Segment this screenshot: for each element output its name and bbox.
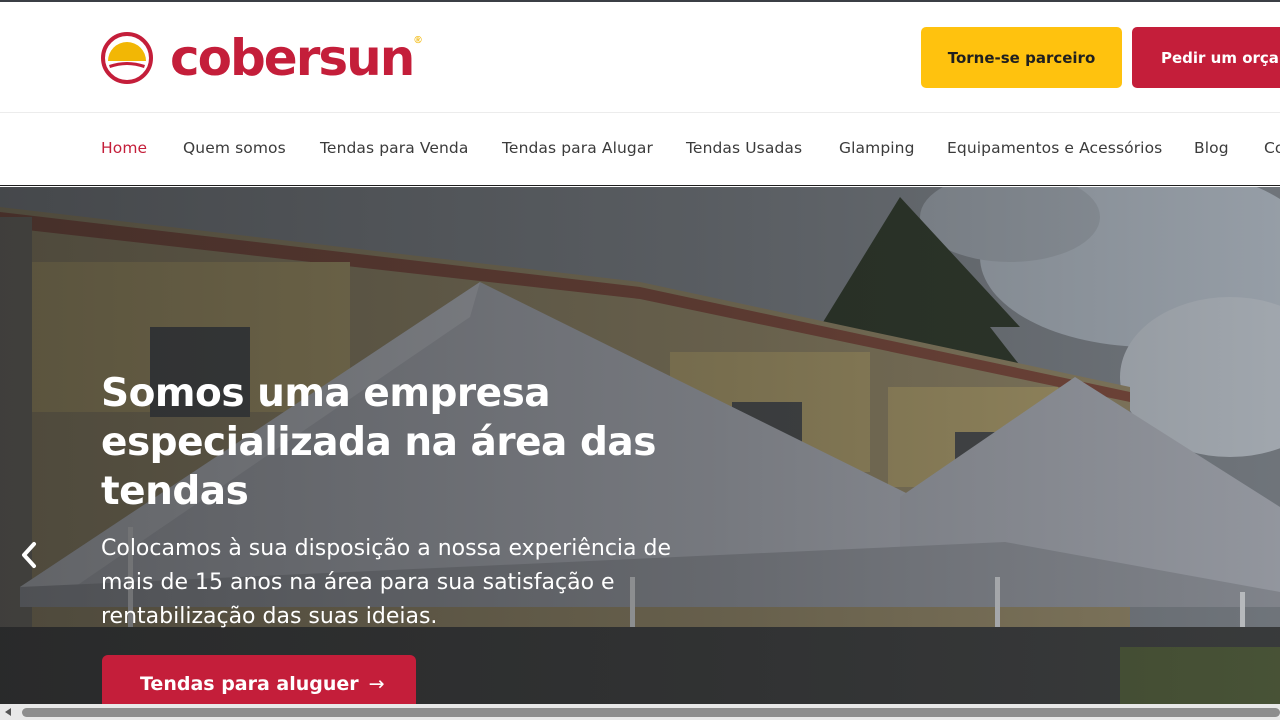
nav-item-contactos[interactable]: Contactos — [1264, 139, 1280, 157]
nav-item-tendas-venda[interactable]: Tendas para Venda — [320, 139, 468, 157]
nav-item-quem-somos[interactable]: Quem somos — [183, 139, 286, 157]
registered-mark: ® — [414, 34, 422, 46]
nav-item-blog[interactable]: Blog — [1194, 139, 1229, 157]
become-partner-button[interactable]: Torne-se parceiro — [921, 27, 1122, 88]
horizontal-scrollbar[interactable] — [0, 704, 1280, 720]
nav-item-home[interactable]: Home — [101, 139, 147, 157]
request-quote-button[interactable]: Pedir um orçamento — [1132, 27, 1280, 88]
hero-description: Colocamos à sua disposição a nossa exper… — [101, 536, 672, 629]
slider-prev-button[interactable] — [14, 537, 44, 573]
hero-slider: Somos uma empresa especializada na área … — [0, 187, 1280, 704]
brand-logo[interactable]: cobersun ® — [100, 28, 422, 88]
sun-logo-icon — [101, 32, 153, 84]
nav-item-equipamentos[interactable]: Equipamentos e Acessórios — [947, 139, 1162, 157]
nav-item-tendas-alugar[interactable]: Tendas para Alugar — [502, 139, 653, 157]
rent-tents-button[interactable]: Tendas para aluguer → — [102, 655, 416, 704]
scroll-left-arrow-icon[interactable] — [3, 707, 13, 717]
brand-name: cobersun — [170, 29, 415, 87]
scrollbar-thumb[interactable] — [22, 708, 1280, 717]
arrow-right-icon: → — [368, 673, 385, 695]
main-navigation: Home Quem somos Tendas para Venda Tendas… — [0, 113, 1280, 186]
chevron-left-icon — [22, 542, 36, 568]
hero-title: Somos uma empresa especializada na área … — [101, 371, 656, 514]
rent-tents-button-label: Tendas para aluguer — [140, 673, 359, 695]
nav-item-tendas-usadas[interactable]: Tendas Usadas — [686, 139, 802, 157]
site-header: cobersun ® Torne-se parceiro Pedir um or… — [0, 2, 1280, 113]
nav-item-glamping[interactable]: Glamping — [839, 139, 915, 157]
